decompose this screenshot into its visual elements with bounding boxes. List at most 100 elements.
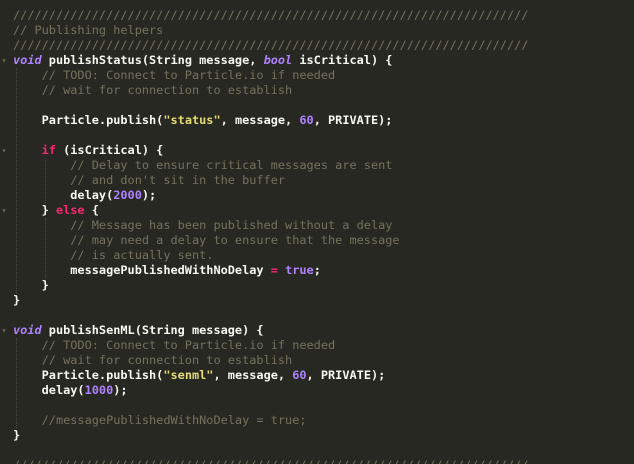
code-token: "status"	[163, 113, 221, 127]
code-text: }	[13, 278, 49, 293]
fold-toggle-icon[interactable]: ▾	[0, 143, 8, 158]
code-line[interactable]: //messagePublishedWithNoDelay = true;	[0, 413, 634, 428]
fold-toggle-icon[interactable]: ▾	[0, 53, 8, 68]
code-line[interactable]: delay(2000);	[0, 188, 634, 203]
code-token: Particle.publish(	[13, 368, 164, 382]
code-line[interactable]	[0, 443, 634, 458]
code-token: true	[285, 263, 314, 277]
code-line[interactable]: // TODO: Connect to Particle.io if neede…	[0, 338, 634, 353]
code-line[interactable]: // is actually sent.	[0, 248, 634, 263]
code-text: // TODO: Connect to Particle.io if neede…	[13, 338, 336, 353]
code-text: ////////////////////////////////////////…	[13, 458, 528, 464]
code-text: if (isCritical) {	[13, 143, 164, 158]
code-line[interactable]: ▾ void publishSenML(String message) {	[0, 323, 634, 338]
code-text: Particle.publish("senml", message, 60, P…	[13, 368, 386, 383]
code-line[interactable]: ▾ } else {	[0, 203, 634, 218]
code-text: }	[13, 428, 20, 443]
code-line[interactable]: // may need a delay to ensure that the m…	[0, 233, 634, 248]
code-line[interactable]: // Message has been published without a …	[0, 218, 634, 233]
code-line[interactable]: // TODO: Connect to Particle.io if neede…	[0, 68, 634, 83]
code-text: // may need a delay to ensure that the m…	[13, 233, 400, 248]
code-token: =	[270, 263, 278, 277]
code-text: ////////////////////////////////////////…	[13, 8, 528, 23]
code-line[interactable]: Particle.publish("status", message, 60, …	[0, 113, 634, 128]
code-token: ////////////////////////////////////////…	[13, 8, 529, 22]
indent-guide	[44, 158, 46, 203]
code-token: // may need a delay to ensure that the m…	[13, 233, 400, 247]
code-line[interactable]: delay(1000);	[0, 383, 634, 398]
code-text: // Publishing helpers	[13, 23, 163, 38]
code-token: }	[13, 428, 21, 442]
code-token: , message,	[220, 113, 300, 127]
code-text: messagePublishedWithNoDelay = true;	[13, 263, 321, 278]
code-line[interactable]: }	[0, 278, 634, 293]
indent-guide	[16, 338, 17, 428]
code-token: // Publishing helpers	[13, 23, 164, 37]
code-line[interactable]: ▾ if (isCritical) {	[0, 143, 634, 158]
code-token: messagePublishedWithNoDelay	[13, 263, 271, 277]
code-token: {	[84, 203, 99, 217]
code-line[interactable]: messagePublishedWithNoDelay = true;	[0, 263, 634, 278]
code-token: void	[13, 53, 42, 67]
code-token: // and don't sit in the buffer	[13, 173, 286, 187]
code-token: publishStatus(String message,	[41, 53, 264, 67]
code-token: // wait for connection to establish	[13, 353, 293, 367]
code-token: );	[113, 383, 128, 397]
code-text: delay(2000);	[13, 188, 156, 203]
code-token: 2000	[113, 188, 142, 202]
code-text: // Message has been published without a …	[13, 218, 392, 233]
code-token: isCritical) {	[292, 53, 393, 67]
code-token: // Message has been published without a …	[13, 218, 393, 232]
code-token: Particle.publish(	[13, 113, 164, 127]
code-token: // is actually sent.	[13, 248, 214, 262]
code-line[interactable]	[0, 98, 634, 113]
code-line[interactable]	[0, 398, 634, 413]
code-line[interactable]: ////////////////////////////////////////…	[0, 458, 634, 464]
code-line[interactable]: // wait for connection to establish	[0, 83, 634, 98]
code-token: publishSenML(String message) {	[41, 323, 264, 337]
code-line[interactable]: Particle.publish("senml", message, 60, P…	[0, 368, 634, 383]
code-text: Particle.publish("status", message, 60, …	[13, 113, 393, 128]
code-line[interactable]: // wait for connection to establish	[0, 353, 634, 368]
code-text: // is actually sent.	[13, 248, 213, 263]
code-token: , PRIVATE);	[306, 368, 386, 382]
code-text: // Delay to ensure critical messages are…	[13, 158, 392, 173]
code-token: // Delay to ensure critical messages are…	[13, 158, 393, 172]
fold-toggle-icon[interactable]: ▾	[0, 203, 8, 218]
code-text: }	[13, 293, 20, 308]
code-line[interactable]: // and don't sit in the buffer	[0, 173, 634, 188]
code-token: else	[55, 203, 85, 217]
code-line[interactable]	[0, 128, 634, 143]
code-token: }	[13, 293, 21, 307]
code-line[interactable]: // Delay to ensure critical messages are…	[0, 158, 634, 173]
code-token: void	[13, 323, 42, 337]
code-token: , message,	[213, 368, 293, 382]
code-token: if	[13, 143, 56, 157]
indent-guide	[44, 218, 46, 278]
code-token: }	[13, 278, 49, 292]
code-token: delay(	[13, 188, 114, 202]
code-text: //messagePublishedWithNoDelay = true;	[13, 413, 307, 428]
code-text: delay(1000);	[13, 383, 128, 398]
code-token: );	[141, 188, 157, 202]
code-line[interactable]	[0, 308, 634, 323]
code-token: "senml"	[163, 368, 214, 382]
code-token: (isCritical) {	[55, 143, 164, 157]
code-token: delay(	[13, 383, 85, 397]
code-token: // TODO: Connect to Particle.io if neede…	[13, 68, 336, 82]
code-line[interactable]: ////////////////////////////////////////…	[0, 8, 634, 23]
code-line[interactable]: // Publishing helpers	[0, 23, 634, 38]
code-line[interactable]: }	[0, 428, 634, 443]
code-token: }	[13, 203, 56, 217]
code-token: ////////////////////////////////////////…	[13, 458, 528, 464]
code-text: // TODO: Connect to Particle.io if neede…	[13, 68, 336, 83]
code-line[interactable]: ▾ void publishStatus(String message, bool…	[0, 53, 634, 68]
code-token: bool	[263, 53, 293, 67]
code-editor[interactable]: ////////////////////////////////////////…	[0, 0, 634, 464]
code-line[interactable]: ////////////////////////////////////////…	[0, 38, 634, 53]
code-text: void publishStatus(String message, bool …	[13, 53, 392, 68]
code-line[interactable]: }	[0, 293, 634, 308]
fold-toggle-icon[interactable]: ▾	[0, 323, 8, 338]
code-token: 60	[299, 113, 314, 127]
